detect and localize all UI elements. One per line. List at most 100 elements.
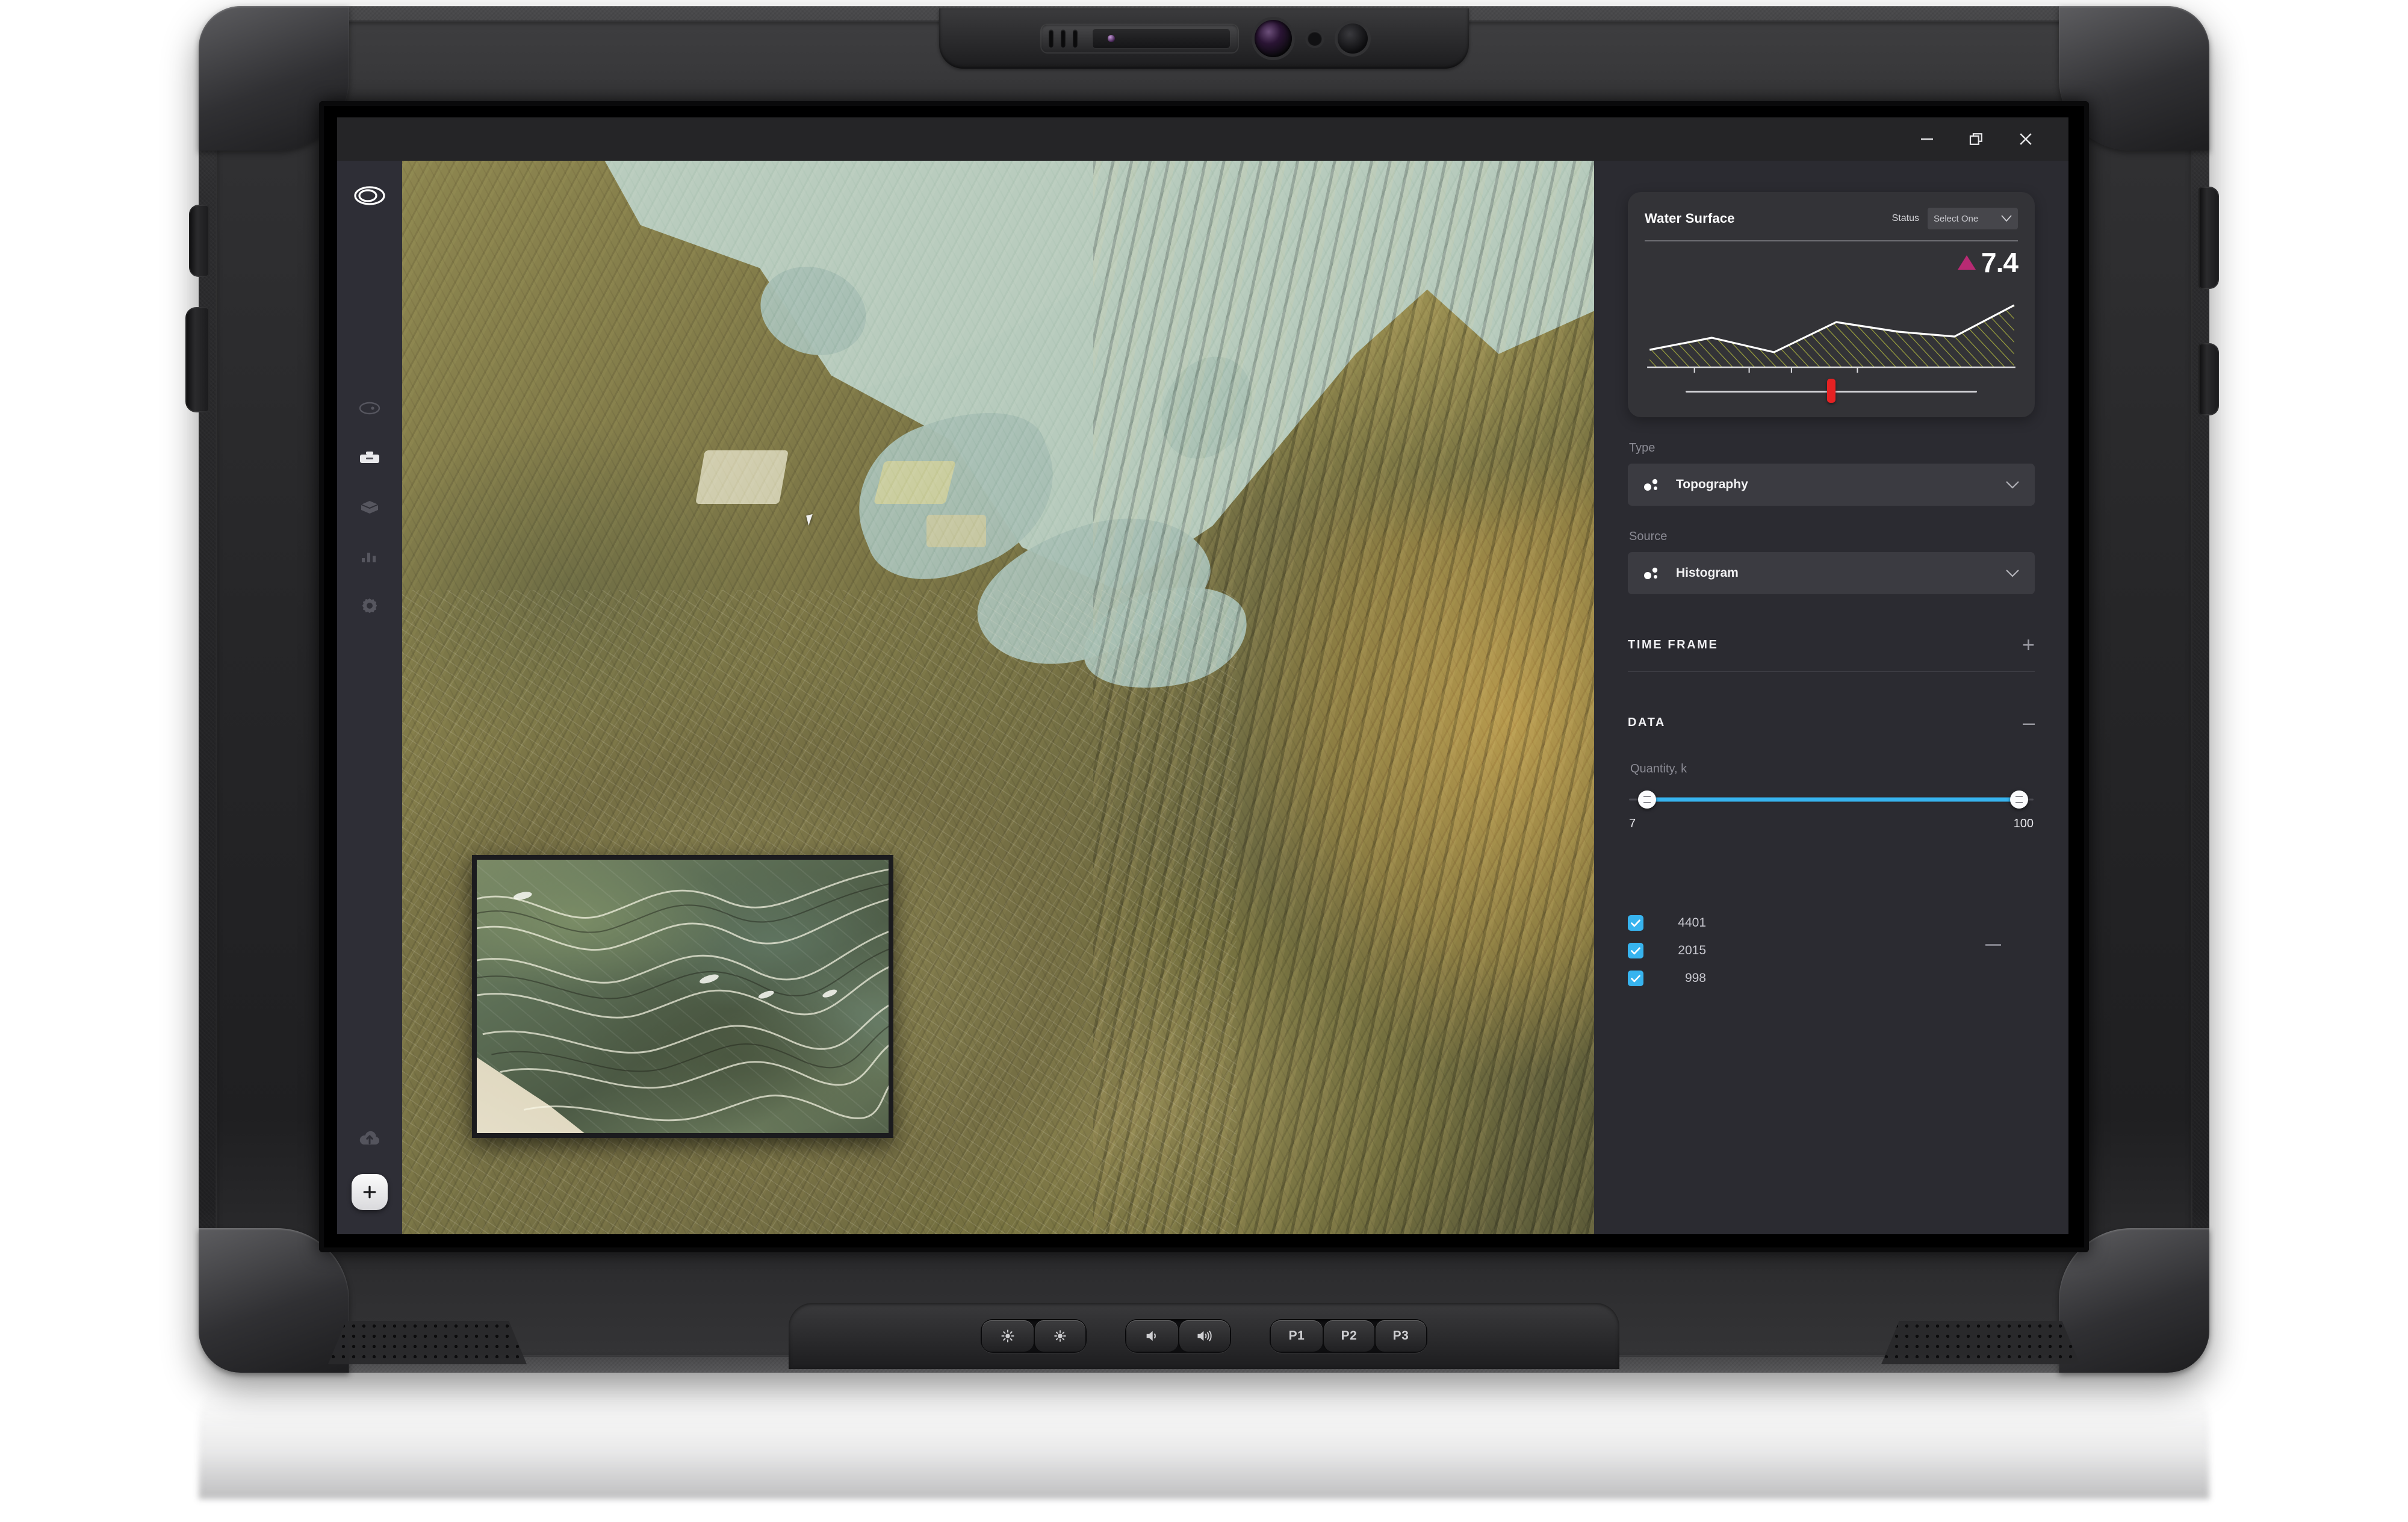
- data-title: DATA: [1628, 716, 1666, 730]
- brightness-button-group: [981, 1319, 1087, 1353]
- orbit-logo-icon: [353, 184, 386, 207]
- chart-time-scrubber[interactable]: [1645, 377, 2018, 404]
- volume-up-button[interactable]: [1178, 1320, 1230, 1352]
- check-icon: [1631, 919, 1640, 927]
- status-dropdown[interactable]: Select One: [1928, 208, 2018, 229]
- toolbox-icon: [359, 449, 380, 466]
- time-frame-expand-button[interactable]: +: [2022, 634, 2035, 656]
- slider-max-value: 100: [2014, 817, 2034, 831]
- volume-button-group: [1125, 1319, 1231, 1353]
- target-circle-icon: [358, 400, 381, 416]
- restore-button[interactable]: [1954, 122, 1999, 157]
- brightness-up-button[interactable]: [1034, 1320, 1085, 1352]
- close-icon: [2017, 130, 2035, 148]
- minimize-button[interactable]: [1905, 122, 1949, 157]
- delta-indicator: 7.4: [1645, 249, 2018, 276]
- right-control-panel: Water Surface Status Select One: [1594, 161, 2068, 1234]
- app-logo[interactable]: [353, 184, 386, 208]
- molecule-icon: [1642, 564, 1660, 582]
- mic-slot-2: [1061, 30, 1066, 48]
- list-item[interactable]: 998: [1628, 964, 2035, 992]
- volume-down-button[interactable]: [1126, 1320, 1178, 1352]
- slider-handle-max[interactable]: [2010, 791, 2028, 809]
- top-sensor-bar: [939, 8, 1469, 69]
- quantity-label: Quantity, k: [1630, 762, 2035, 776]
- chevron-down-icon: [2006, 570, 2019, 577]
- application-body: Water Surface Status Select One: [337, 161, 2068, 1234]
- programmable-button-p1[interactable]: P1: [1271, 1320, 1323, 1352]
- programmable-button-group: P1 P2 P3: [1270, 1319, 1427, 1353]
- source-label: Source: [1629, 530, 2035, 544]
- legend-checkbox[interactable]: [1628, 971, 1643, 986]
- brightness-low-icon: [1000, 1328, 1016, 1344]
- terrain-map-viewport[interactable]: [402, 161, 1594, 1234]
- ambient-light-sensor: [1338, 23, 1368, 54]
- list-item[interactable]: 4401: [1628, 909, 2035, 937]
- restore-icon: [1967, 130, 1985, 148]
- status-label: Status: [1892, 213, 1919, 224]
- legend-value: 998: [1662, 971, 1706, 986]
- left-port-door-lower[interactable]: [185, 307, 209, 412]
- scrubber-handle[interactable]: [1827, 379, 1835, 403]
- sidebar-item-target[interactable]: [348, 384, 391, 433]
- application-window: Water Surface Status Select One: [337, 117, 2068, 1234]
- type-label: Type: [1629, 441, 2035, 455]
- close-button[interactable]: [2003, 122, 2048, 157]
- programmable-button-p2[interactable]: P2: [1323, 1320, 1374, 1352]
- desk-reflection: [199, 1379, 2209, 1499]
- card-header: Water Surface Status Select One: [1645, 208, 2018, 229]
- sidebar-item-settings[interactable]: [348, 581, 391, 630]
- slider-min-value: 7: [1629, 817, 1636, 831]
- right-port-door-upper[interactable]: [2199, 187, 2219, 289]
- slider-selected-range: [1647, 798, 2020, 802]
- legend-collapse-button[interactable]: [1985, 944, 2001, 946]
- sidebar-item-layers[interactable]: [348, 482, 391, 532]
- cloud-upload-button[interactable]: [348, 1117, 391, 1160]
- chart-area-fill: [1649, 305, 2014, 367]
- time-frame-divider: [1628, 671, 2035, 672]
- status-control: Status Select One: [1892, 208, 2018, 229]
- brightness-down-button[interactable]: [982, 1320, 1034, 1352]
- tablet-display: Water Surface Status Select One: [337, 117, 2071, 1234]
- data-section-header[interactable]: DATA –: [1628, 712, 2035, 733]
- right-port-door-lower[interactable]: [2199, 343, 2219, 415]
- speaker-grille-right: [1881, 1321, 2080, 1364]
- legend-checkbox[interactable]: [1628, 915, 1643, 931]
- quantity-range-slider[interactable]: [1629, 789, 2034, 810]
- ir-sensor-pod: [1040, 23, 1239, 54]
- legend-checkbox[interactable]: [1628, 943, 1643, 958]
- water-surface-chart: [1645, 285, 2018, 375]
- window-titlebar: [337, 117, 2068, 161]
- type-dropdown[interactable]: Topography: [1628, 464, 2035, 506]
- check-icon: [1631, 975, 1640, 983]
- legend-value: 4401: [1662, 916, 1706, 930]
- sidebar-item-toolbox[interactable]: [348, 433, 391, 482]
- slider-handle-min[interactable]: [1638, 791, 1656, 809]
- volume-high-icon: [1196, 1328, 1214, 1344]
- hardware-button-strip: P1 P2 P3: [789, 1303, 1619, 1369]
- left-sidebar: [337, 161, 402, 1234]
- time-frame-section-header[interactable]: TIME FRAME +: [1628, 634, 2035, 656]
- source-dropdown[interactable]: Histogram: [1628, 552, 2035, 594]
- area-chart-svg: [1645, 285, 2018, 375]
- water-surface-card: Water Surface Status Select One: [1628, 192, 2035, 417]
- screenshot-stage: P1 P2 P3: [0, 0, 2408, 1522]
- inset-aerial-photo[interactable]: [472, 855, 893, 1138]
- ir-window: [1092, 28, 1230, 49]
- time-frame-title: TIME FRAME: [1628, 638, 1718, 652]
- type-dropdown-value: Topography: [1676, 477, 1990, 492]
- data-legend-list: 4401 2015: [1628, 909, 2035, 992]
- add-button[interactable]: [352, 1174, 388, 1210]
- sidebar-item-analytics[interactable]: [348, 532, 391, 581]
- delta-value: 7.4: [1981, 249, 2018, 276]
- card-divider: [1645, 240, 2018, 241]
- cloud-upload-icon: [358, 1129, 382, 1148]
- card-title: Water Surface: [1645, 211, 1735, 226]
- list-item[interactable]: 2015: [1628, 937, 2035, 964]
- layers-box-icon: [359, 499, 380, 515]
- programmable-button-p3[interactable]: P3: [1374, 1320, 1426, 1352]
- microphone: [1308, 31, 1322, 46]
- plus-icon: [361, 1184, 378, 1201]
- data-collapse-button[interactable]: –: [2023, 712, 2035, 733]
- left-port-door-upper[interactable]: [189, 205, 209, 277]
